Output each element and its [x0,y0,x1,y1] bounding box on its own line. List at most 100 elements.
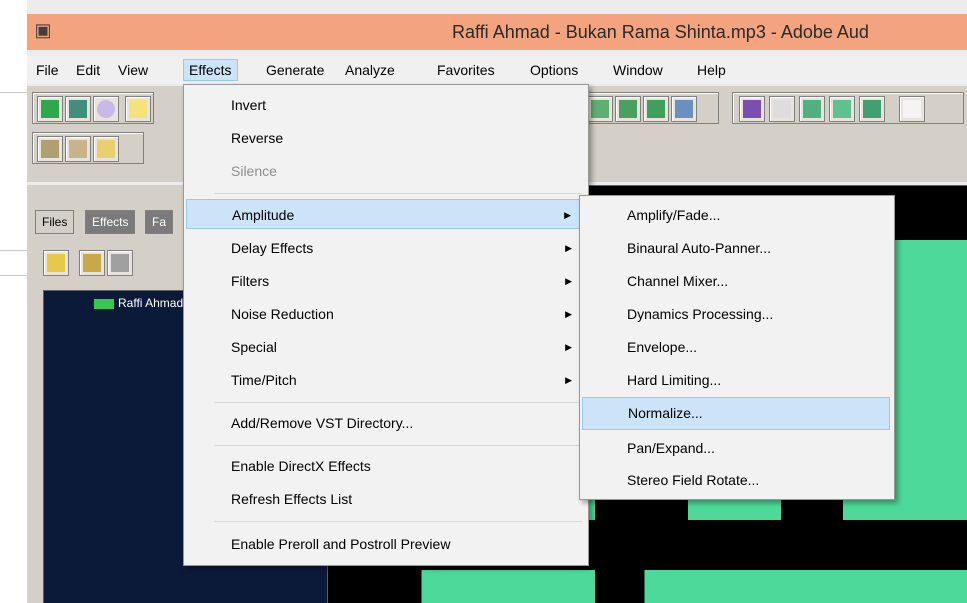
menu-item-label: Hard Limiting... [627,372,722,388]
list-item[interactable]: Raffi Ahmad [94,296,183,310]
toolbar-button[interactable] [615,96,641,122]
tool-icon [675,100,693,118]
desktop-strip [0,0,27,603]
menu-item-invert[interactable]: Invert [186,90,584,120]
audio-file-icon [94,298,114,309]
menu-help[interactable]: Help [692,61,731,79]
menu-edit[interactable]: Edit [71,61,105,79]
toolbar-button[interactable] [799,96,825,122]
toolbar-button[interactable] [859,96,885,122]
menu-generate[interactable]: Generate [261,61,329,79]
menu-item-dynamics-processing[interactable]: Dynamics Processing... [582,299,890,329]
script-button[interactable] [65,136,91,162]
help-button[interactable] [93,136,119,162]
strip-divider [0,275,27,276]
toolbar-group [732,92,964,124]
insert-file-button[interactable] [107,250,133,276]
toolbar-button[interactable] [829,96,855,122]
multitrack-icon [69,100,87,118]
window-title: Raffi Ahmad - Bukan Rama Shinta.mp3 - Ad… [452,22,869,42]
panel-toolbar [43,250,193,282]
menu-item-pan-expand[interactable]: Pan/Expand... [582,433,890,463]
menu-item-stereo-field-rotate[interactable]: Stereo Field Rotate... [582,465,890,495]
menu-item-channel-mixer[interactable]: Channel Mixer... [582,266,890,296]
menu-file[interactable]: File [31,61,64,79]
menu-effects[interactable]: Effects [183,59,238,81]
tool-icon [833,100,851,118]
menu-item-time-pitch[interactable]: Time/Pitch ▶ [186,365,584,395]
menu-item-binaural-auto-panner[interactable]: Binaural Auto-Panner... [582,233,890,263]
tool-icon [863,100,881,118]
tool-icon [41,140,59,158]
waveform-view-button[interactable] [37,96,63,122]
menu-item-label: Refresh Effects List [231,491,353,507]
menu-favorites[interactable]: Favorites [432,61,500,79]
effects-menu: Invert Reverse Silence Amplitude ▶ Delay … [183,84,589,566]
menu-item-preroll-postroll[interactable]: Enable Preroll and Postroll Preview [186,529,584,559]
menu-item-label: Filters [231,273,270,289]
strip-divider [0,92,27,93]
menu-item-enable-directx[interactable]: Enable DirectX Effects [186,451,584,481]
script-icon [69,140,87,158]
menu-item-label: Stereo Field Rotate... [627,472,760,488]
cursor-tool-button[interactable] [899,96,925,122]
menu-item-envelope[interactable]: Envelope... [582,332,890,362]
menu-item-filters[interactable]: Filters ▶ [186,266,584,296]
toolbar-button[interactable] [37,136,63,162]
menu-item-special[interactable]: Special ▶ [186,332,584,362]
menu-separator [214,193,582,194]
multitrack-view-button[interactable] [65,96,91,122]
menu-item-label: Noise Reduction [231,306,334,322]
help-icon [97,140,115,158]
close-file-button[interactable] [79,250,105,276]
menu-item-label: Invert [231,97,267,113]
tool-icon [743,100,761,118]
toolbar-button[interactable] [739,96,765,122]
menu-options[interactable]: Options [525,61,583,79]
menu-item-silence: Silence [186,156,584,186]
menu-item-refresh-effects[interactable]: Refresh Effects List [186,484,584,514]
menu-item-label: Amplitude [232,207,295,223]
cd-icon [97,100,115,118]
menu-item-normalize[interactable]: Normalize... [582,397,890,430]
amplitude-submenu: Amplify/Fade... Binaural Auto-Panner... … [579,195,895,500]
toolbar-button[interactable] [643,96,669,122]
menu-window[interactable]: Window [608,61,668,79]
menu-item-label: Channel Mixer... [627,273,729,289]
triangle-right-icon: ▶ [565,276,572,286]
triangle-right-icon: ▶ [565,375,572,385]
toolbar-button[interactable] [587,96,613,122]
menu-view[interactable]: View [113,61,153,79]
menu-item-amplify-fade[interactable]: Amplify/Fade... [582,200,890,230]
new-file-button[interactable] [125,96,151,122]
menu-analyze[interactable]: Analyze [340,61,400,79]
triangle-right-icon: ▶ [564,210,571,220]
waveform-icon [41,100,59,118]
open-file-button[interactable] [43,250,69,276]
tool-icon [591,100,609,118]
waveform-channel-right[interactable] [347,570,967,603]
menu-item-add-remove-vst[interactable]: Add/Remove VST Directory... [186,408,584,438]
menu-item-label: Enable DirectX Effects [231,458,371,474]
menu-item-hard-limiting[interactable]: Hard Limiting... [582,365,890,395]
insert-icon [111,254,129,272]
menu-item-label: Envelope... [627,339,698,355]
menu-item-amplitude[interactable]: Amplitude ▶ [186,199,584,229]
menu-item-label: Pan/Expand... [627,440,715,456]
app-icon[interactable]: ▣ [32,19,54,41]
toolbar-button[interactable] [769,96,795,122]
cd-view-button[interactable] [93,96,119,122]
menu-item-delay-effects[interactable]: Delay Effects ▶ [186,233,584,263]
tab-effects[interactable]: Effects [85,210,136,234]
menu-item-label: Add/Remove VST Directory... [231,415,414,431]
menu-item-label: Binaural Auto-Panner... [627,240,771,256]
toolbar-group [32,132,144,164]
tab-favorites[interactable]: Fa [145,210,174,234]
tab-files[interactable]: Files [35,210,75,234]
menu-item-reverse[interactable]: Reverse [186,123,584,153]
menu-item-label: Dynamics Processing... [627,306,774,322]
new-file-icon [129,100,147,118]
menu-item-noise-reduction[interactable]: Noise Reduction ▶ [186,299,584,329]
menu-item-label: Silence [231,163,277,179]
toolbar-button[interactable] [671,96,697,122]
